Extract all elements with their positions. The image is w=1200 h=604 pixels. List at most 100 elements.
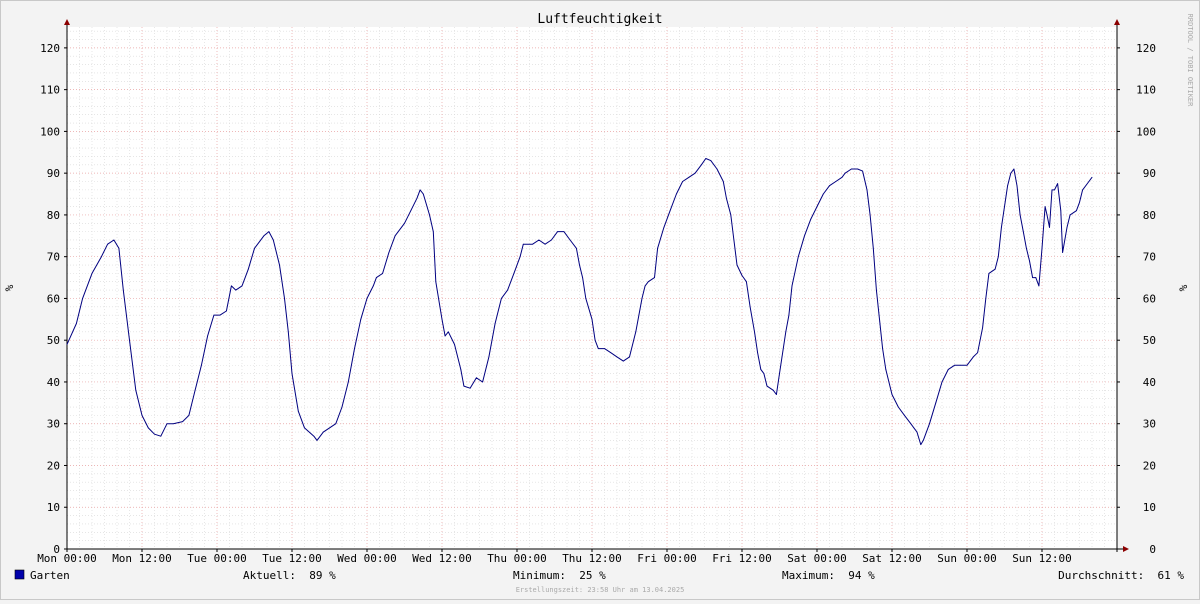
data-point: [575, 247, 577, 249]
data-point: [557, 231, 559, 233]
data-point: [454, 343, 455, 345]
stat-average: Durchschnitt: 61 %: [1058, 569, 1184, 582]
data-point: [647, 281, 649, 283]
data-point: [75, 323, 77, 324]
y-tick-label-right: 110: [1136, 84, 1156, 97]
data-point: [816, 206, 818, 207]
data-point: [254, 247, 255, 249]
y-tick-label-right: 100: [1136, 125, 1156, 138]
data-point: [1007, 185, 1009, 187]
data-point: [1079, 201, 1080, 203]
x-tick-label: Mon 00:00: [37, 552, 97, 565]
data-point: [741, 275, 743, 276]
data-point: [1051, 189, 1053, 191]
data-point: [663, 227, 665, 228]
data-point: [766, 385, 768, 387]
data-point: [382, 272, 384, 274]
data-point: [279, 264, 280, 266]
data-point: [954, 364, 955, 366]
data-point: [862, 170, 864, 172]
data-point: [804, 235, 805, 237]
data-point: [929, 423, 930, 425]
data-point: [891, 394, 893, 395]
y-tick-label: 10: [47, 501, 60, 514]
x-tick-label: Tue 00:00: [187, 552, 247, 565]
data-point: [207, 335, 209, 337]
chart-title: Luftfeuchtigkeit: [537, 12, 662, 27]
y-axis-label-left: %: [3, 284, 16, 291]
data-point: [1016, 185, 1018, 187]
data-point: [1091, 176, 1093, 178]
data-point: [82, 298, 84, 299]
data-point: [1041, 247, 1043, 249]
data-point: [272, 239, 274, 241]
x-tick-label: Wed 00:00: [337, 552, 397, 565]
data-point: [441, 318, 443, 320]
data-point: [507, 289, 509, 291]
data-point: [141, 414, 143, 416]
data-point: [582, 277, 584, 278]
data-point: [268, 231, 270, 233]
data-point: [941, 381, 943, 383]
data-point: [91, 272, 93, 274]
data-point: [538, 239, 540, 241]
data-point: [635, 331, 637, 333]
data-point: [810, 218, 812, 220]
data-point: [188, 414, 190, 416]
data-point: [135, 389, 137, 391]
data-point: [982, 327, 984, 329]
data-point: [869, 214, 871, 216]
data-point: [585, 298, 587, 299]
data-point: [904, 414, 905, 416]
x-tick-label: Sun 00:00: [937, 552, 997, 565]
legend-swatch: [14, 569, 25, 580]
data-point: [866, 189, 868, 191]
stat-current: Aktuell: 89 %: [243, 569, 336, 582]
data-point: [432, 231, 434, 233]
data-point: [287, 331, 289, 333]
data-point: [669, 210, 671, 212]
data-point: [1022, 231, 1024, 233]
data-point: [1082, 189, 1084, 191]
data-point: [682, 181, 684, 182]
data-point: [219, 314, 221, 316]
data-point: [604, 348, 605, 349]
data-point: [754, 331, 755, 333]
y-tick-label: 30: [47, 418, 60, 431]
data-point: [1088, 181, 1090, 182]
data-point: [910, 423, 912, 425]
data-point: [835, 181, 837, 182]
data-point: [763, 373, 765, 375]
y-tick-label-right: 0: [1149, 543, 1156, 556]
data-point: [850, 168, 852, 170]
x-tick-label: Sat 00:00: [787, 552, 847, 565]
data-point: [1029, 260, 1030, 262]
data-point: [100, 256, 102, 258]
data-point: [1057, 183, 1059, 185]
data-point: [772, 389, 774, 391]
data-point: [988, 272, 990, 274]
y-tick-label: 90: [47, 167, 60, 180]
stat-maximum: Maximum: 94 %: [782, 569, 875, 582]
data-point: [879, 318, 880, 320]
data-point: [225, 310, 227, 312]
y-tick-label-right: 40: [1143, 376, 1156, 389]
y-tick-label: 70: [47, 251, 60, 264]
data-point: [1013, 168, 1015, 170]
data-point: [322, 431, 324, 433]
data-point: [716, 168, 718, 170]
legend-label: Garten: [30, 569, 70, 582]
x-tick-label: Sun 12:00: [1012, 552, 1072, 565]
data-point: [725, 197, 727, 199]
data-point: [710, 160, 712, 162]
data-point: [749, 306, 751, 308]
data-point: [113, 239, 115, 241]
data-point: [1019, 214, 1021, 216]
data-point: [897, 406, 899, 408]
data-point: [935, 402, 937, 404]
data-point: [722, 181, 724, 182]
data-point: [757, 352, 759, 354]
data-point: [579, 264, 580, 266]
data-point: [616, 356, 618, 358]
data-point: [1004, 206, 1005, 207]
